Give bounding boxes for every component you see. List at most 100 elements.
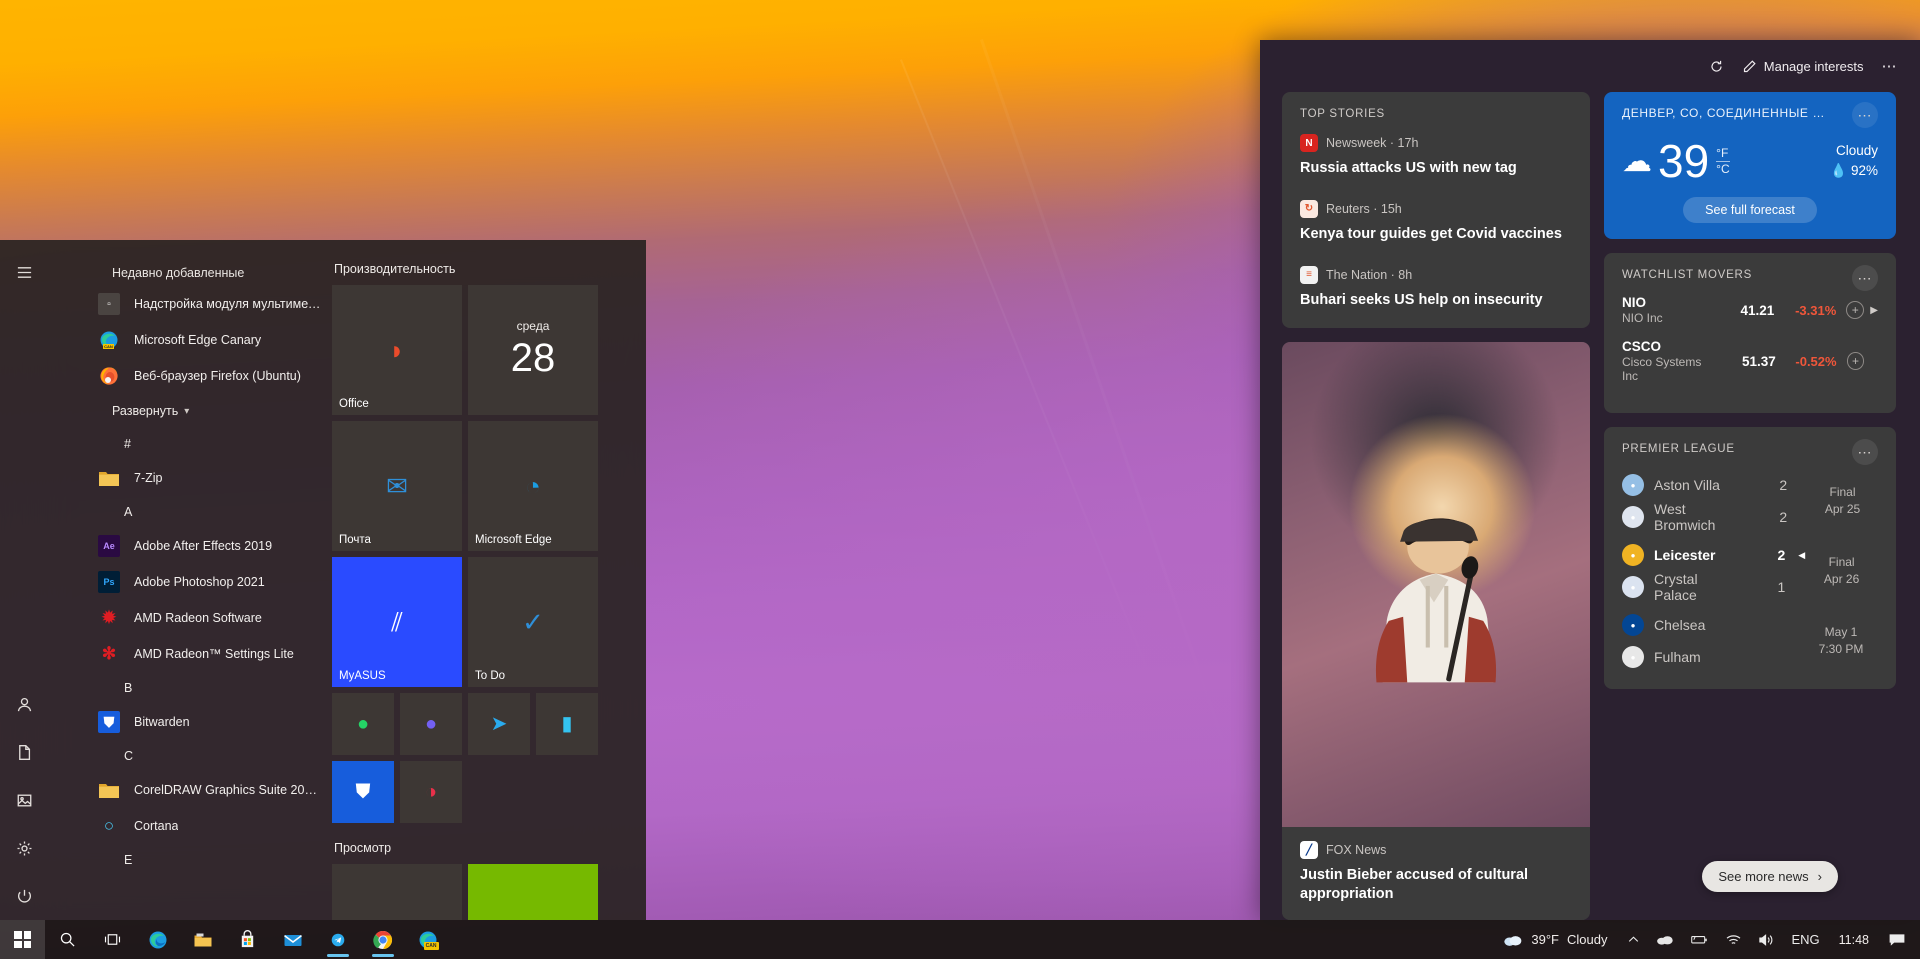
settings-button[interactable] <box>0 824 48 872</box>
tray-weather-widget[interactable]: 39°F Cloudy <box>1491 920 1619 959</box>
add-to-watchlist-button[interactable]: + <box>1846 301 1865 319</box>
tile-bitwarden[interactable]: ⛊ <box>332 761 394 823</box>
documents-button[interactable] <box>0 728 48 776</box>
app-list-item-label: Adobe After Effects 2019 <box>134 539 273 553</box>
taskbar-mail[interactable] <box>270 920 315 959</box>
sports-match-row[interactable]: ●Leicester2◀●Crystal Palace1◀FinalApr 26 <box>1622 539 1878 603</box>
tile-myasus[interactable]: ⫽ MyASUS <box>332 557 462 687</box>
sports-team-name: Fulham <box>1654 649 1701 665</box>
news-story[interactable]: ↻ Reuters · 15h Kenya tour guides get Covi… <box>1300 199 1572 244</box>
tile-mail[interactable]: ✉ Почта <box>332 421 462 551</box>
news-and-interests-flyout[interactable]: Manage interests ⋯ Top stories N Newsweek… <box>1260 40 1920 920</box>
photo-story-card[interactable]: ╱ FOX News Justin Bieber accused of cult… <box>1282 341 1590 920</box>
tray-onedrive-icon[interactable] <box>1648 920 1682 959</box>
taskbar-task-view-button[interactable] <box>90 920 135 959</box>
app-group-letter[interactable]: C <box>48 740 322 772</box>
tile-whatsapp[interactable]: ● <box>332 693 394 755</box>
news-story-headline: Buhari seeks US help on insecurity <box>1300 291 1543 308</box>
tile-to-do[interactable]: ✓ To Do <box>468 557 598 687</box>
add-to-watchlist-button[interactable]: + <box>1846 352 1865 370</box>
tray-show-hidden-icons-button[interactable] <box>1619 920 1648 959</box>
app-list-item[interactable]: ○ Cortana <box>48 808 322 844</box>
sports-more-options-button[interactable]: ⋯ <box>1852 439 1878 465</box>
tile-your-phone[interactable]: ▮ <box>536 693 598 755</box>
see-more-news-label: See more news <box>1718 869 1809 884</box>
app-list-item[interactable]: Ps Adobe Photoshop 2021 <box>48 564 322 600</box>
app-group-letter[interactable]: A <box>48 496 322 528</box>
taskbar-microsoft-edge[interactable] <box>135 920 180 959</box>
tray-language-indicator[interactable]: ENG <box>1783 920 1827 959</box>
power-button[interactable] <box>0 872 48 920</box>
start-menu-tiles[interactable]: Производительность ◗ Office среда 28 ✉ Почта ◔ M… <box>322 240 646 920</box>
taskbar-telegram[interactable] <box>315 920 360 959</box>
taskbar-start-button[interactable] <box>0 920 45 959</box>
manage-interests-button[interactable]: Manage interests <box>1742 59 1864 74</box>
stock-symbol: NIO <box>1622 295 1647 310</box>
tile-nvidia-control-panel[interactable]: ◉NVIDIA Contr... <box>468 864 598 920</box>
tile-microsoft-store[interactable]: ▣Microsoft Store <box>332 864 462 920</box>
start-menu[interactable]: Недавно добавленные ▫ Надстройка модуля му… <box>0 240 646 920</box>
app-list-item[interactable]: ✻ AMD Radeon™ Settings Lite <box>48 636 322 672</box>
see-more-news-button[interactable]: See more news › <box>1702 861 1838 892</box>
unit-fahrenheit[interactable]: °F <box>1716 146 1729 161</box>
weather-humidity-row: 💧 92% <box>1830 163 1878 179</box>
chevron-right-icon[interactable]: ▶ <box>1870 305 1878 316</box>
app-list-item[interactable]: CorelDRAW Graphics Suite 2020 (... <box>48 772 322 808</box>
weather-units[interactable]: °F °C <box>1716 146 1730 177</box>
start-menu-app-list[interactable]: Недавно добавленные ▫ Надстройка модуля му… <box>48 240 322 920</box>
sports-team-score: 2 <box>1777 547 1786 563</box>
tray-action-center-button[interactable] <box>1880 920 1916 959</box>
see-full-forecast-button[interactable]: See full forecast <box>1683 197 1817 223</box>
pictures-button[interactable] <box>0 776 48 824</box>
news-more-options-button[interactable]: ⋯ <box>1882 57 1899 75</box>
news-story[interactable]: N Newsweek · 17h Russia attacks US with ne… <box>1300 134 1572 178</box>
news-story[interactable]: ≡ The Nation · 8h Buhari seeks US help on … <box>1300 265 1572 310</box>
app-list-item[interactable]: ▫ Надстройка модуля мультимедиа дл... <box>48 286 322 322</box>
app-group-letter[interactable]: # <box>48 428 322 460</box>
chevron-right-icon: › <box>1817 869 1822 884</box>
sports-match-row[interactable]: ●Aston Villa2◀●West Bromwich2◀FinalApr 2… <box>1622 469 1878 533</box>
expand-recently-added-button[interactable]: Развернуть ▾ <box>48 394 322 428</box>
mail-icon <box>283 930 303 950</box>
app-list-item[interactable]: Ae Adobe After Effects 2019 <box>48 528 322 564</box>
tile-microsoft-edge[interactable]: ◔ Microsoft Edge <box>468 421 598 551</box>
tile-viber[interactable]: ● <box>400 693 462 755</box>
tile-calendar[interactable]: среда 28 <box>468 285 598 415</box>
taskbar-search-button[interactable] <box>45 920 90 959</box>
app-group-letter[interactable]: E <box>48 844 322 876</box>
tile-opera[interactable]: ◑ <box>400 761 462 823</box>
taskbar-file-explorer[interactable] <box>180 920 225 959</box>
hamburger-menu-button[interactable] <box>0 248 48 296</box>
tray-volume-icon[interactable] <box>1750 920 1783 959</box>
app-list-item[interactable]: Веб-браузер Firefox (Ubuntu) <box>48 358 322 394</box>
after-effects-icon: Ae <box>98 535 120 557</box>
unit-celsius[interactable]: °C <box>1716 160 1730 177</box>
premier-league-card[interactable]: Premier League ⋯ ● Aston Villa 2 ◀ ● West Bro… <box>1604 427 1896 689</box>
weather-more-options-button[interactable]: ⋯ <box>1852 102 1878 128</box>
app-list-item[interactable]: ✹ AMD Radeon Software <box>48 600 322 636</box>
tile-office[interactable]: ◗ Office <box>332 285 462 415</box>
watchlist-movers-card[interactable]: Watchlist movers ⋯ NIO NIO Inc 41.21 -3.31%… <box>1604 253 1896 413</box>
top-stories-card[interactable]: Top stories N Newsweek · 17h Russia attack… <box>1282 92 1590 328</box>
app-list-item[interactable]: ⛊ Bitwarden <box>48 704 322 740</box>
watchlist-more-options-button[interactable]: ⋯ <box>1852 265 1878 291</box>
weather-card[interactable]: ДЕНВЕР, СО, СОЕДИНЕННЫЕ ШТАТ... ⋯ ☁ 39 °… <box>1604 92 1896 239</box>
account-button[interactable] <box>0 680 48 728</box>
taskbar-microsoft-store[interactable] <box>225 920 270 959</box>
tray-clock[interactable]: 11:48 <box>1828 920 1880 959</box>
app-group-letter[interactable]: B <box>48 672 322 704</box>
tile-telegram[interactable]: ➤ <box>468 693 530 755</box>
app-list-item[interactable]: 7-Zip <box>48 460 322 496</box>
app-list-item[interactable]: CAN Microsoft Edge Canary <box>48 322 322 358</box>
sports-match-row[interactable]: ●Chelsea◀●Fulham◀May 17:30 PM <box>1622 609 1878 673</box>
refresh-button[interactable] <box>1709 59 1724 74</box>
taskbar[interactable]: CAN 39°F Cloudy ENG 11:48 <box>0 920 1920 959</box>
taskbar-google-chrome[interactable] <box>360 920 405 959</box>
tray-battery-icon[interactable] <box>1682 920 1717 959</box>
sports-team-line: ●West Bromwich2◀ <box>1622 501 1807 533</box>
watchlist-row[interactable]: NIO NIO Inc 41.21 -3.31% + ▶ <box>1622 295 1878 325</box>
taskbar-microsoft-edge-canary[interactable]: CAN <box>405 920 450 959</box>
tray-network-icon[interactable] <box>1717 920 1750 959</box>
watchlist-row[interactable]: CSCOCisco Systems Inc51.37-0.52%+▶ <box>1622 339 1878 383</box>
edge-icon <box>148 930 168 950</box>
